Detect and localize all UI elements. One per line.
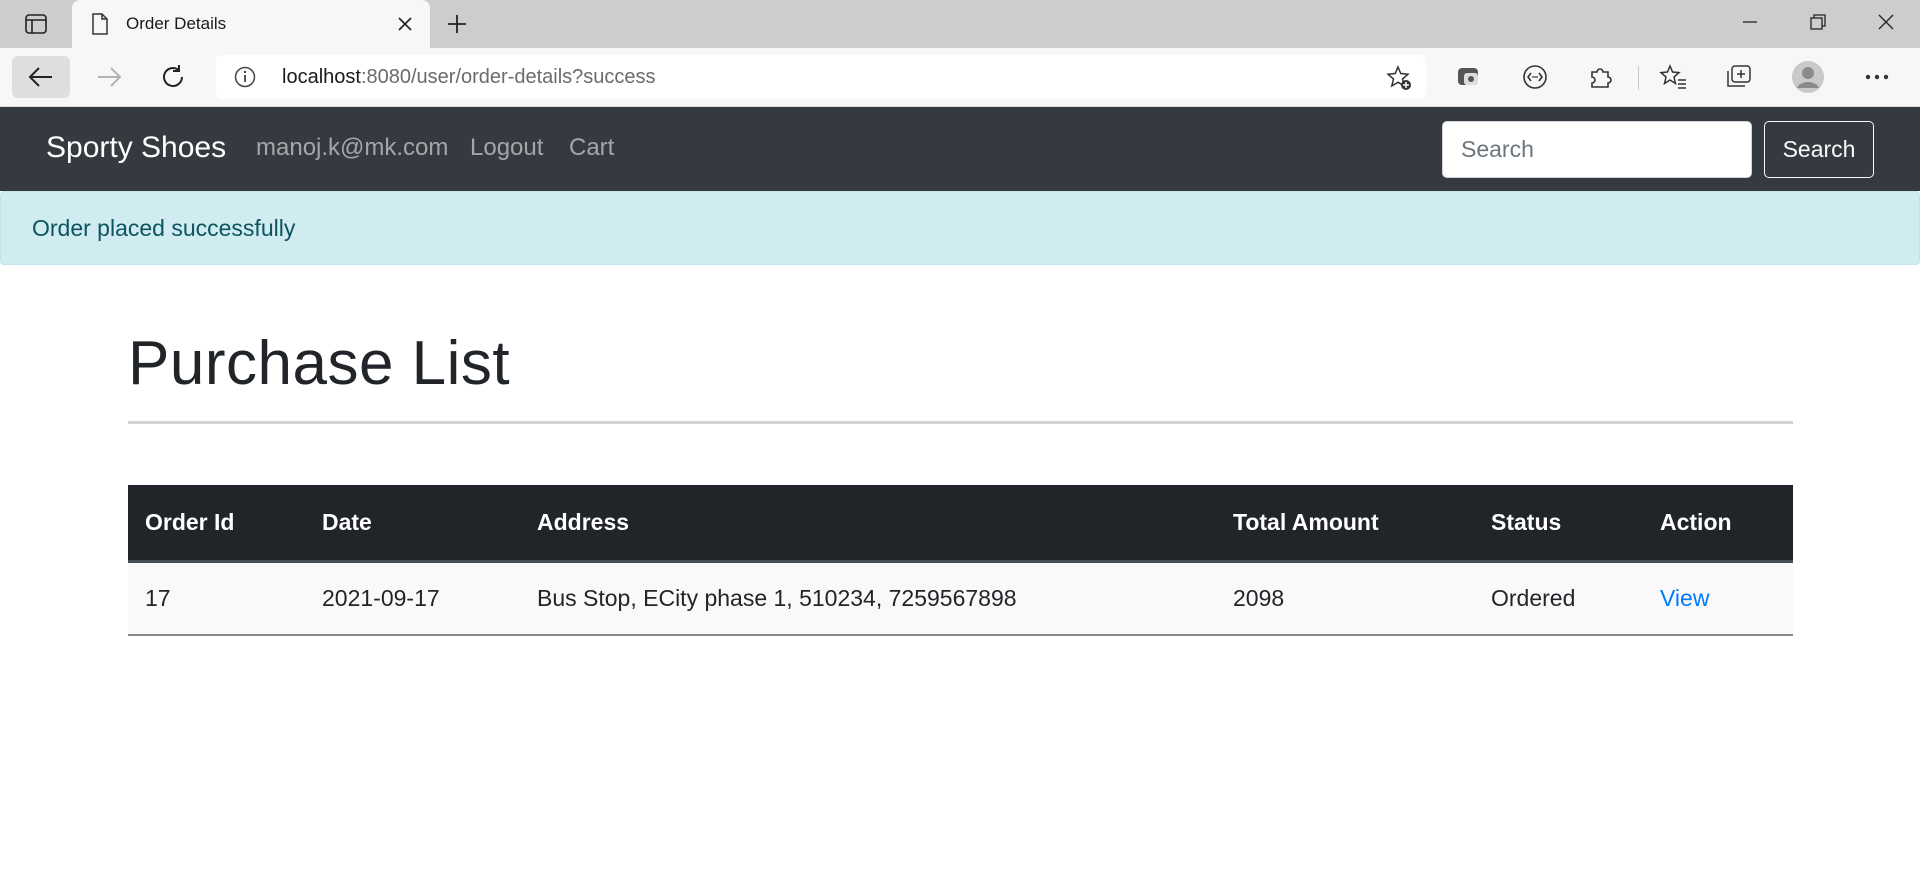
url-host: localhost	[282, 66, 361, 88]
extensions-puzzle-icon[interactable]	[1586, 62, 1616, 92]
column-header-order-id: Order Id	[128, 485, 305, 563]
nav-logout-link[interactable]: Logout	[470, 134, 543, 162]
extension-reader-icon[interactable]	[1454, 62, 1484, 92]
restore-button[interactable]	[1784, 0, 1852, 44]
browser-toolbar: localhost:8080/user/order-details?succes…	[0, 48, 1920, 107]
purchase-table: Order Id Date Address Total Amount Statu…	[128, 485, 1793, 636]
browser-tab[interactable]: Order Details	[72, 0, 430, 48]
profile-avatar-icon[interactable]	[1790, 59, 1826, 95]
cell-action: View	[1643, 561, 1793, 636]
table-header-row: Order Id Date Address Total Amount Statu…	[128, 485, 1793, 563]
minimize-icon	[1743, 21, 1757, 23]
page-icon	[92, 13, 108, 35]
page-title: Purchase List	[128, 329, 511, 398]
column-header-address: Address	[520, 485, 1216, 563]
cell-date: 2021-09-17	[305, 561, 520, 636]
nav-cart-link[interactable]: Cart	[569, 134, 614, 162]
search-button[interactable]: Search	[1764, 121, 1874, 178]
browser-tabstrip: Order Details	[0, 0, 1920, 48]
success-alert: Order placed successfully	[0, 191, 1920, 265]
site-navbar: Sporty Shoes manoj.k@mk.com Logout Cart …	[0, 107, 1920, 191]
reload-button[interactable]	[144, 56, 202, 98]
cell-total-amount: 2098	[1216, 561, 1474, 636]
url-path: :8080/user/order-details?success	[360, 66, 656, 88]
cell-order-id: 17	[128, 561, 305, 636]
url-text[interactable]: localhost:8080/user/order-details?succes…	[282, 66, 656, 89]
divider	[128, 421, 1793, 424]
window-controls	[1716, 0, 1920, 44]
column-header-total-amount: Total Amount	[1216, 485, 1474, 563]
arrow-left-icon	[28, 67, 52, 87]
arrow-right-icon	[98, 67, 122, 87]
plus-icon	[448, 15, 466, 33]
minimize-button[interactable]	[1716, 0, 1784, 44]
favorites-icon[interactable]	[1658, 62, 1688, 92]
column-header-action: Action	[1643, 485, 1793, 563]
close-icon	[1878, 14, 1894, 30]
reload-icon	[163, 65, 183, 87]
cell-status: Ordered	[1474, 561, 1643, 636]
add-favorite-icon[interactable]	[1386, 65, 1412, 91]
back-button[interactable]	[12, 56, 70, 98]
forward-button[interactable]	[80, 56, 138, 98]
extension-code-icon[interactable]	[1520, 62, 1550, 92]
address-bar[interactable]: localhost:8080/user/order-details?succes…	[216, 55, 1426, 99]
toolbar-separator	[1638, 66, 1639, 90]
tab-title: Order Details	[126, 14, 227, 33]
column-header-status: Status	[1474, 485, 1643, 563]
tab-actions-icon	[25, 14, 47, 34]
tab-actions-button[interactable]	[12, 8, 60, 40]
column-header-date: Date	[305, 485, 520, 563]
info-icon[interactable]	[234, 66, 256, 88]
nav-user-email-link[interactable]: manoj.k@mk.com	[256, 134, 448, 162]
brand-link[interactable]: Sporty Shoes	[46, 131, 226, 165]
new-tab-button[interactable]	[442, 10, 472, 38]
cell-address: Bus Stop, ECity phase 1, 510234, 7259567…	[520, 561, 1216, 636]
search-input[interactable]: Search	[1442, 121, 1752, 178]
restore-icon	[1810, 14, 1826, 30]
close-tab-icon[interactable]	[394, 13, 416, 35]
close-window-button[interactable]	[1852, 0, 1920, 44]
more-options-icon[interactable]	[1862, 62, 1892, 92]
collections-icon[interactable]	[1724, 62, 1754, 92]
view-order-link[interactable]: View	[1660, 585, 1709, 611]
table-row: 17 2021-09-17 Bus Stop, ECity phase 1, 5…	[128, 561, 1793, 636]
